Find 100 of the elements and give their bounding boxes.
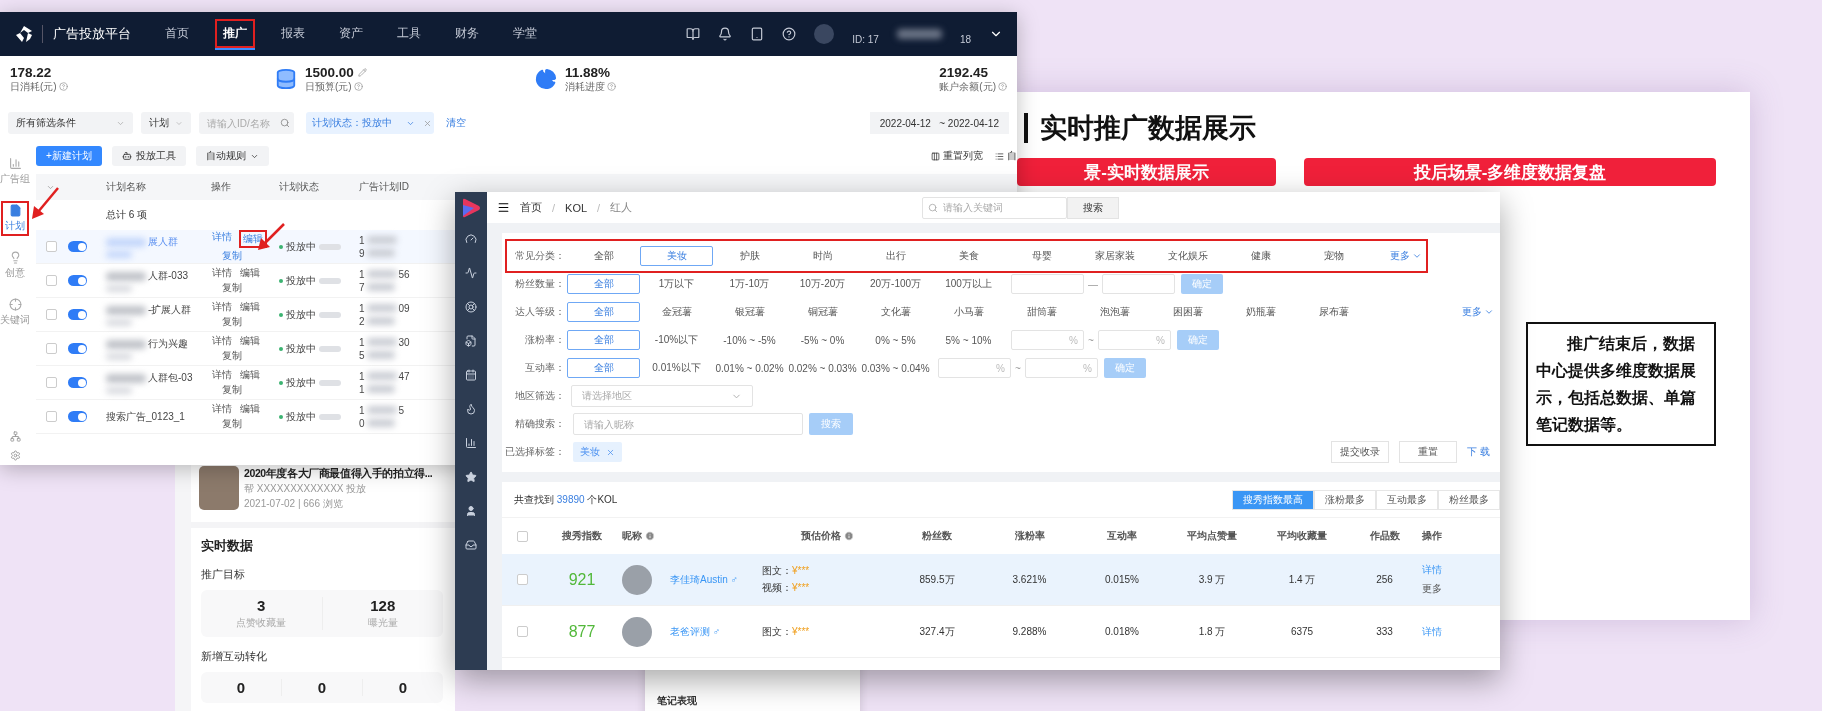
range-input[interactable] (1011, 274, 1084, 294)
bell-icon[interactable] (718, 27, 733, 41)
checkbox[interactable] (46, 309, 57, 320)
search-button[interactable]: 搜索 (1067, 196, 1120, 219)
keyword-field[interactable]: 请输入关键词 (922, 196, 1068, 219)
action-link[interactable]: 复制 (221, 315, 243, 329)
nav-item[interactable]: 工具 (389, 18, 429, 50)
filter-option[interactable]: 全部 (567, 274, 640, 294)
inbox-icon[interactable] (465, 539, 477, 551)
action-link[interactable]: 编辑 (239, 368, 261, 382)
help-icon[interactable] (782, 27, 797, 41)
nav-item[interactable]: 学堂 (505, 18, 545, 50)
chevron-icon[interactable] (1484, 307, 1494, 317)
sort-tab[interactable]: 互动最多 (1376, 489, 1438, 510)
toggle-switch[interactable] (68, 309, 87, 320)
hierarchy-icon[interactable] (9, 431, 21, 442)
search-field[interactable]: 请输入ID/名称 (199, 112, 294, 134)
chart-icon[interactable] (465, 267, 477, 279)
action-link[interactable]: 编辑 (239, 300, 261, 314)
checkbox[interactable] (46, 241, 57, 252)
action-link[interactable]: 详情 (211, 300, 233, 314)
condition-select[interactable]: 所有筛选条件 (8, 112, 133, 134)
nickname-field[interactable]: 请输入昵称 (573, 413, 803, 435)
plan-name[interactable]: 行为兴趣 (148, 337, 188, 351)
breadcrumb-item[interactable]: KOL (565, 201, 588, 214)
dashboard-icon[interactable] (465, 233, 477, 245)
toggle-switch[interactable] (68, 275, 87, 286)
breadcrumb-item[interactable]: 红人 (610, 200, 633, 215)
filter-option[interactable]: 全部 (567, 358, 640, 378)
clear-link[interactable]: 清空 (446, 116, 466, 130)
breadcrumb-item[interactable]: 首页 (520, 200, 542, 215)
checkbox[interactable] (46, 275, 57, 286)
action-link[interactable]: 复制 (221, 281, 243, 295)
action-link[interactable]: 详情 (211, 368, 233, 382)
type-select[interactable]: 计划 (141, 112, 191, 134)
star-icon[interactable] (465, 471, 477, 483)
checkbox[interactable] (516, 626, 528, 637)
action-link[interactable]: 复制 (221, 349, 243, 363)
calendar-icon[interactable] (465, 369, 477, 381)
more-link[interactable]: 更多 (1462, 305, 1482, 319)
action-link[interactable]: 详情 (211, 334, 233, 348)
document-icon[interactable] (465, 335, 477, 347)
nav-item[interactable]: 首页 (157, 18, 197, 50)
tablet-icon[interactable] (750, 27, 765, 41)
sort-tab[interactable]: 涨粉最多 (1314, 489, 1376, 510)
reset-columns-link[interactable]: 重置列宽 (931, 149, 983, 163)
action-link[interactable]: 复制 (221, 249, 243, 263)
flame-icon[interactable] (465, 403, 477, 415)
action-link[interactable]: 详情 (211, 266, 233, 280)
book-icon[interactable] (686, 27, 701, 41)
lifebuoy-icon[interactable] (465, 301, 477, 313)
checkbox[interactable] (46, 377, 57, 388)
close-icon[interactable] (606, 447, 615, 457)
download-link[interactable]: 下 载 (1467, 445, 1490, 459)
nav-item[interactable]: 推广 (215, 18, 255, 50)
date-range-field[interactable]: 2022-04-12 ~ 2022-04-12 (869, 112, 1009, 134)
action-link[interactable]: 详情 (211, 402, 233, 416)
plan-name[interactable]: -扩展人群 (148, 303, 192, 317)
action-link[interactable]: 编辑 (239, 334, 261, 348)
more-link[interactable]: 更多 (1390, 249, 1410, 263)
checkbox[interactable] (516, 530, 528, 542)
action-link[interactable]: 编辑 (239, 266, 261, 280)
toggle-switch[interactable] (68, 377, 87, 388)
toggle-switch[interactable] (68, 241, 87, 252)
column-link[interactable]: 自 (995, 149, 1017, 163)
filter-option[interactable]: 全部 (567, 330, 640, 350)
checkbox[interactable] (46, 343, 57, 354)
action-link[interactable]: 更多 (1422, 582, 1442, 596)
table-row[interactable]: 921 李佳琦Austin ♂ 图文：¥*** 视频：¥*** 859.5万 3.621% 0.015% 3.9 万 1.4 万 256 详情 更多 (502, 554, 1500, 606)
side-menu-item[interactable]: 计划 (1, 201, 29, 236)
toggle-switch[interactable] (68, 411, 87, 422)
action-link[interactable]: 复制 (221, 417, 243, 431)
menu-icon[interactable] (497, 201, 510, 214)
toggle-switch[interactable] (68, 343, 87, 354)
range-input[interactable] (1102, 274, 1175, 294)
action-link[interactable]: 详情 (211, 230, 233, 248)
search-icon[interactable] (280, 118, 290, 128)
nav-item[interactable]: 资产 (331, 18, 371, 50)
action-link[interactable]: 编辑 (239, 230, 267, 248)
plan-name[interactable]: 人群-033 (148, 269, 188, 283)
checkbox[interactable] (46, 411, 57, 422)
rule-dropdown[interactable]: 自动规则 (195, 146, 269, 166)
action-link[interactable]: 编辑 (239, 402, 261, 416)
checkbox[interactable] (516, 574, 528, 585)
chevron-icon[interactable] (1412, 251, 1422, 261)
nav-item[interactable]: 报表 (273, 18, 313, 50)
action-button[interactable]: 重置 (1399, 441, 1458, 463)
plan-name[interactable]: 人群包-03 (148, 371, 193, 385)
action-button[interactable]: 提交收录 (1331, 441, 1390, 463)
status-filter-tag[interactable]: 计划状态：投放中 (306, 112, 434, 134)
settings-icon[interactable] (9, 450, 21, 461)
tool-button[interactable]: 投放工具 (111, 146, 186, 166)
filter-option[interactable]: 美妆 (640, 246, 713, 266)
action-link[interactable]: 复制 (221, 383, 243, 397)
sort-tab[interactable]: 粉丝最多 (1438, 489, 1500, 510)
filter-option[interactable]: 全部 (567, 302, 640, 322)
bar-chart-icon[interactable] (465, 437, 477, 449)
user-icon[interactable] (465, 505, 477, 517)
nav-item[interactable]: 财务 (447, 18, 487, 50)
plan-name[interactable]: 搜索广告_0123_1 (106, 409, 185, 424)
